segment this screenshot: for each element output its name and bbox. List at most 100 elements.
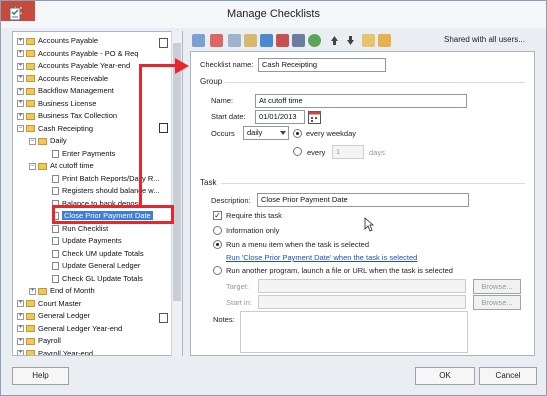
- folder-icon: [26, 100, 35, 108]
- move-up-icon[interactable]: [328, 34, 341, 47]
- manage-checklists-window: Manage Checklists ✕ + Accounts Payable + Ac…: [0, 0, 547, 396]
- tree-item[interactable]: + Accounts Receivable: [17, 73, 108, 85]
- import-icon[interactable]: [362, 34, 375, 47]
- start-in-label: Start in:: [226, 298, 252, 307]
- tree-item-label: Run Checklist: [62, 223, 109, 233]
- run-menu-item-link[interactable]: Run 'Close Prior Payment Date' when the …: [226, 253, 417, 262]
- run-program-label: Run another program, launch a file or UR…: [226, 266, 453, 275]
- expand-icon[interactable]: +: [17, 100, 24, 108]
- checklist-tree[interactable]: + Accounts Payable + Accounts Payable - PO …: [12, 31, 183, 356]
- tree-scrollbar-thumb[interactable]: [173, 43, 181, 301]
- target-field[interactable]: [258, 279, 466, 293]
- tree-item[interactable]: + Business License: [17, 98, 96, 110]
- tree-item[interactable]: Enter Payments: [41, 148, 115, 160]
- minimize-button[interactable]: [463, 4, 489, 24]
- information-only-radio[interactable]: [213, 226, 222, 235]
- tree-item[interactable]: Run Checklist: [41, 223, 108, 235]
- approve-icon[interactable]: [308, 34, 321, 47]
- move-down-icon[interactable]: [344, 34, 357, 47]
- expand-icon[interactable]: +: [29, 287, 36, 295]
- information-only-label: Information only: [226, 226, 280, 235]
- target-browse-button[interactable]: Browse...: [473, 279, 521, 294]
- tree-item[interactable]: + General Ledger: [17, 310, 90, 322]
- shared-with-users-link[interactable]: Shared with all users...: [444, 35, 525, 44]
- folder-icon: [26, 125, 35, 133]
- document-icon: [52, 237, 59, 246]
- tree-item[interactable]: + Payroll Year-end: [17, 348, 93, 355]
- tree-item[interactable]: + Court Master: [17, 298, 81, 310]
- tree-item[interactable]: + General Ledger Year-end: [17, 323, 122, 335]
- every-weekday-label: every weekday: [306, 129, 357, 138]
- expand-icon[interactable]: +: [17, 325, 24, 333]
- expand-icon[interactable]: +: [17, 312, 24, 320]
- every-n-days-radio[interactable]: [293, 147, 302, 156]
- tree-item[interactable]: − Daily: [29, 135, 67, 147]
- tree-item[interactable]: Check GL Update Totals: [41, 273, 143, 285]
- expand-icon[interactable]: +: [17, 300, 24, 308]
- tree-item[interactable]: − At cutoff time: [29, 160, 94, 172]
- save-icon[interactable]: [260, 34, 273, 47]
- clipboard-icon: [159, 313, 168, 323]
- tree-item[interactable]: Update General Ledger: [41, 260, 140, 272]
- paste-icon[interactable]: [244, 34, 257, 47]
- cancel-button[interactable]: Cancel: [479, 367, 537, 385]
- require-task-checkbox[interactable]: ✓: [213, 211, 222, 220]
- notes-textarea[interactable]: [240, 311, 468, 353]
- checklist-name-field[interactable]: Cash Receipting: [258, 58, 386, 72]
- expand-icon[interactable]: +: [17, 37, 24, 45]
- expand-icon[interactable]: +: [17, 337, 24, 345]
- tree-item[interactable]: + Payroll: [17, 335, 61, 347]
- tree-item-label: End of Month: [50, 286, 95, 295]
- description-field[interactable]: Close Prior Payment Date: [257, 193, 469, 207]
- tree-item[interactable]: + End of Month: [29, 285, 95, 297]
- expand-icon[interactable]: +: [17, 350, 24, 355]
- expand-icon[interactable]: +: [17, 75, 24, 83]
- tree-item[interactable]: + Accounts Payable Year-end: [17, 60, 130, 72]
- tree-item[interactable]: Check UM update Totals: [41, 248, 144, 260]
- occurs-select[interactable]: daily: [243, 126, 289, 140]
- cut-icon[interactable]: [210, 34, 223, 47]
- folder-icon: [26, 37, 35, 45]
- run-program-radio[interactable]: [213, 266, 222, 275]
- tree-item[interactable]: + Business Tax Collection: [17, 110, 117, 122]
- every-weekday-radio[interactable]: [293, 129, 302, 138]
- occurs-label: Occurs: [211, 129, 235, 138]
- tree-item[interactable]: + Backflow Management: [17, 85, 114, 97]
- expand-icon[interactable]: +: [17, 87, 24, 95]
- tree-item[interactable]: − Cash Receipting: [17, 123, 93, 135]
- new-document-icon[interactable]: [192, 34, 205, 47]
- tree-item[interactable]: + Accounts Payable: [17, 35, 98, 47]
- help-button[interactable]: Help: [12, 367, 69, 385]
- folder-icon: [26, 87, 35, 95]
- collapse-icon[interactable]: −: [29, 137, 36, 145]
- export-icon[interactable]: [378, 34, 391, 47]
- start-in-field[interactable]: [258, 295, 466, 309]
- tree-item-label: Business License: [38, 98, 97, 108]
- tree-item-label: General Ledger: [38, 311, 91, 320]
- group-name-field[interactable]: At cutoff time: [255, 94, 467, 108]
- occurs-value: daily: [247, 128, 263, 137]
- collapse-icon[interactable]: −: [29, 162, 36, 170]
- tree-item[interactable]: Update Payments: [41, 235, 122, 247]
- copy-icon[interactable]: [228, 34, 241, 47]
- tree-item[interactable]: + Accounts Payable - PO & Req: [17, 48, 138, 60]
- maximize-button[interactable]: [489, 4, 515, 24]
- tree-item-label: Backflow Management: [38, 86, 114, 95]
- target-label: Target:: [226, 282, 249, 291]
- properties-icon[interactable]: [292, 34, 305, 47]
- every-days-stepper[interactable]: 1: [332, 145, 364, 159]
- collapse-icon[interactable]: −: [17, 125, 24, 133]
- highlight-box: [52, 205, 174, 224]
- run-menu-item-radio[interactable]: [213, 240, 222, 249]
- calendar-icon[interactable]: [308, 110, 321, 124]
- folder-icon: [26, 112, 35, 120]
- tree-item-label: Daily: [50, 136, 67, 145]
- expand-icon[interactable]: +: [17, 62, 24, 70]
- tree-item-label: Business Tax Collection: [38, 111, 118, 120]
- expand-icon[interactable]: +: [17, 50, 24, 58]
- start-in-browse-button[interactable]: Browse...: [473, 295, 521, 310]
- ok-button[interactable]: OK: [415, 367, 475, 385]
- start-date-field[interactable]: 01/01/2013: [255, 110, 305, 124]
- delete-icon[interactable]: [276, 34, 289, 47]
- expand-icon[interactable]: +: [17, 112, 24, 120]
